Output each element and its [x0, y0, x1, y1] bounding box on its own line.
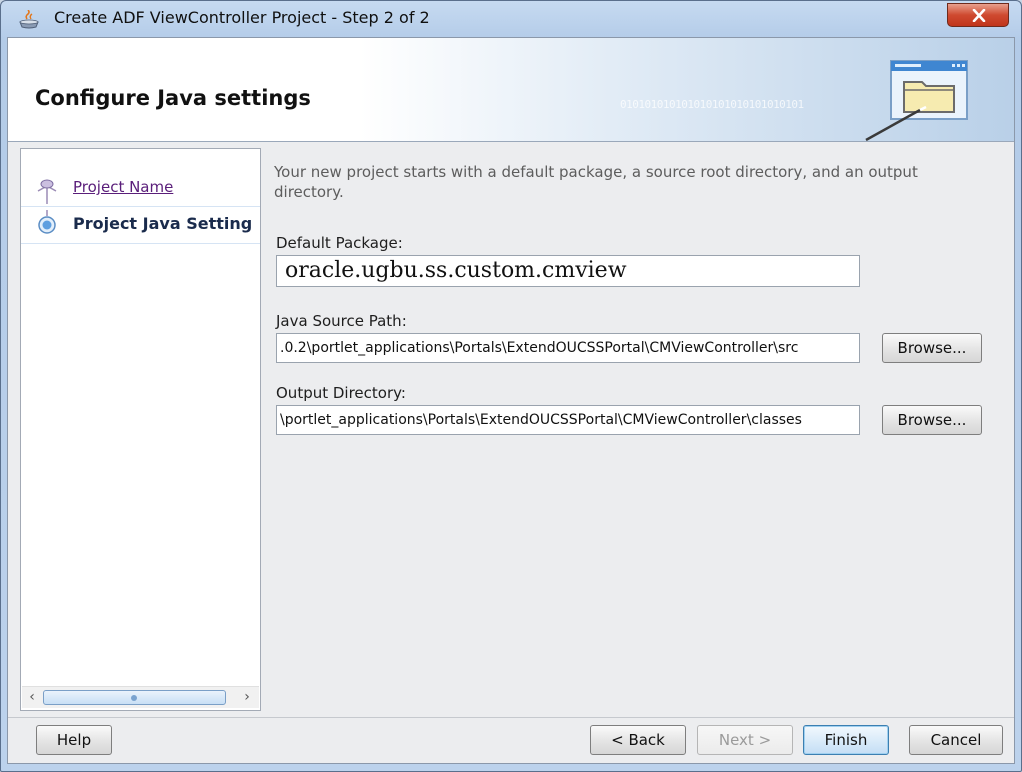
step-node-icon	[33, 174, 61, 204]
java-source-path-label: Java Source Path:	[276, 312, 407, 330]
java-source-path-input[interactable]: .0.2\portlet_applications\Portals\Extend…	[276, 333, 860, 363]
steps-horizontal-scrollbar[interactable]: ‹ ›	[22, 686, 259, 708]
default-package-label: Default Package:	[276, 234, 403, 252]
close-icon	[972, 9, 986, 22]
scroll-left-icon[interactable]: ‹	[22, 687, 42, 708]
title-bar[interactable]: Create ADF ViewController Project - Step…	[1, 1, 1021, 37]
back-button[interactable]: < Back	[590, 725, 686, 755]
intro-text: Your new project starts with a default p…	[274, 163, 918, 201]
default-package-input[interactable]: oracle.ugbu.ss.custom.cmview	[276, 255, 860, 287]
window-title: Create ADF ViewController Project - Step…	[54, 8, 430, 27]
wizard-header: Configure Java settings 0101010101010101…	[8, 38, 1014, 142]
step-project-java-settings[interactable]: Project Java Setting	[21, 206, 260, 244]
step-current-icon	[33, 210, 61, 240]
step-project-java-settings-label: Project Java Setting	[73, 214, 253, 233]
output-directory-label: Output Directory:	[276, 384, 406, 402]
output-directory-input[interactable]: \portlet_applications\Portals\ExtendOUCS…	[276, 405, 860, 435]
steps-panel: Project Name Project Java Setting ‹ ›	[20, 148, 261, 711]
finish-button[interactable]: Finish	[803, 725, 889, 755]
java-cup-icon	[17, 9, 41, 30]
footer-divider	[8, 717, 1014, 718]
scroll-right-icon[interactable]: ›	[237, 687, 257, 708]
next-button: Next >	[697, 725, 793, 755]
scrollbar-thumb[interactable]	[43, 690, 226, 705]
wizard-window: Create ADF ViewController Project - Step…	[0, 0, 1022, 772]
dialog-client-area: Configure Java settings 0101010101010101…	[7, 37, 1015, 764]
browse-source-button[interactable]: Browse...	[882, 333, 982, 363]
page-title: Configure Java settings	[35, 86, 311, 110]
browse-output-button[interactable]: Browse...	[882, 405, 982, 435]
cancel-button[interactable]: Cancel	[909, 725, 1003, 755]
help-button[interactable]: Help	[36, 725, 112, 755]
close-button[interactable]	[947, 3, 1009, 27]
step-project-name[interactable]: Project Name	[21, 174, 260, 204]
step-project-name-label[interactable]: Project Name	[73, 178, 173, 196]
grip-icon	[131, 695, 137, 701]
binary-decoration: 010101010101010101010101010101	[620, 98, 804, 111]
folder-window-icon	[864, 60, 969, 141]
